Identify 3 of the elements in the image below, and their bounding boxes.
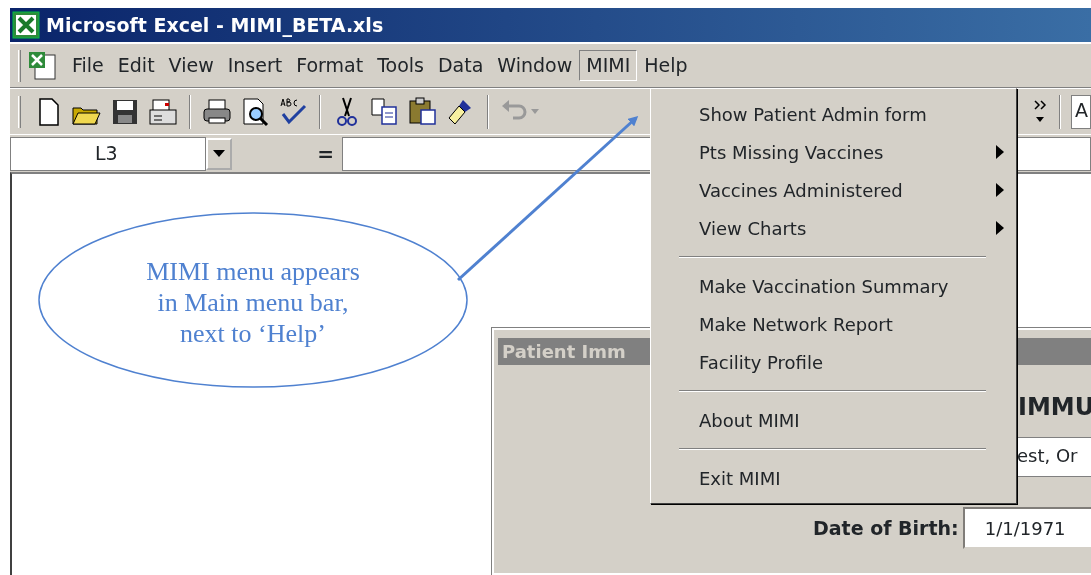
window-title: Microsoft Excel - MIMI_BETA.xls [46, 12, 384, 39]
dob-label: Date of Birth: [813, 515, 959, 541]
callout-text: MIMI menu appears in Main menu bar, next to ‘Help’ [145, 256, 361, 350]
